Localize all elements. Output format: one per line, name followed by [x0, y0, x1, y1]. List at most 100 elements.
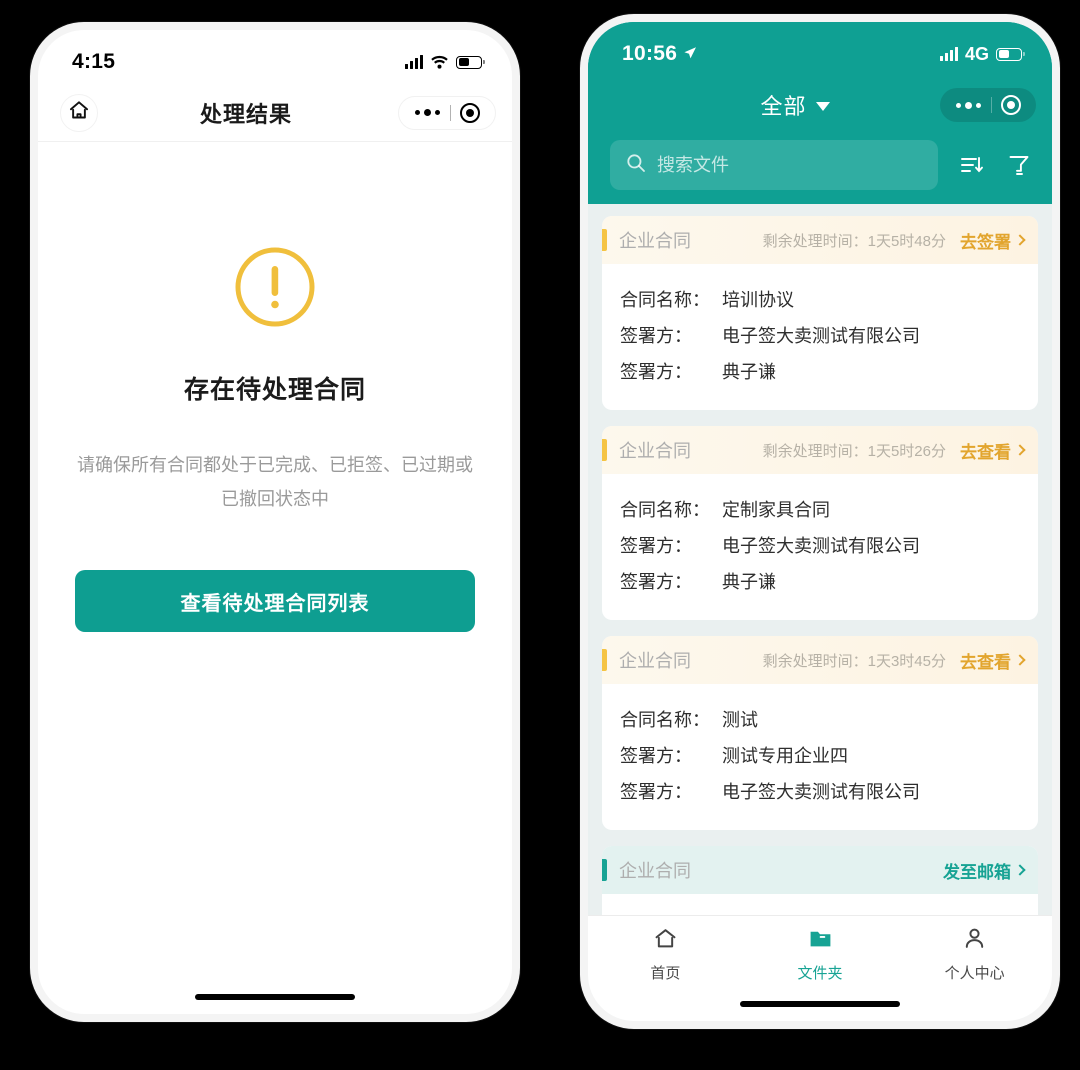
home-indicator-wrap-left: [38, 986, 512, 1014]
remaining-time-label: 剩余处理时间：1天5时48分: [762, 232, 946, 250]
tab-label: 首页: [650, 965, 681, 982]
contract-name-field: 合同名称： 培训协议: [620, 282, 1038, 318]
more-dots-icon[interactable]: [946, 101, 991, 109]
home-icon: [68, 99, 90, 126]
person-icon: [962, 926, 987, 956]
contract-card-body: 合同名称： 定制家具合同 签署方： 电子签大卖测试有限公司 签署方： 典子谦: [602, 474, 1038, 620]
navbar-right: 全部: [588, 76, 1052, 134]
phone-screen-right: 10:56 4G 全部 搜索文件 企业合同 剩余处理时间：1天5时48分 去签署…: [588, 22, 1052, 1021]
contract-name-field: 合同名称： 定制家具合同: [620, 492, 1038, 528]
target-circle-icon[interactable]: [460, 102, 480, 123]
signer-field: 签署方： 测试专用企业四: [620, 738, 1038, 774]
search-box[interactable]: [610, 140, 938, 190]
signer-value: 测试专用企业四: [722, 746, 848, 766]
more-dots-icon[interactable]: [405, 109, 450, 116]
teal-header: 10:56 4G 全部: [588, 22, 1052, 204]
contract-card-body: 合同名称： 测试 签署方： 测试专用企业四 签署方： 电子签大卖测试有限公司: [602, 684, 1038, 830]
status-bar-right: 10:56 4G: [588, 22, 1052, 76]
network-label: 4G: [964, 43, 989, 64]
signer-value: 典子谦: [722, 572, 776, 592]
target-circle-icon[interactable]: [1001, 95, 1021, 115]
contract-type-label: 企业合同: [619, 231, 691, 251]
status-bar-left: 4:15: [38, 30, 512, 84]
tab-label: 个人中心: [944, 965, 1005, 982]
capsule-divider: [450, 104, 451, 121]
contract-type-label: 企业合同: [619, 651, 691, 671]
card-action-label: 去签署: [960, 232, 1011, 252]
contract-name-value: 测试: [722, 710, 758, 730]
folder-filter-title[interactable]: 全部: [650, 89, 940, 121]
capsule-divider: [991, 97, 992, 113]
field-label: 签署方：: [620, 362, 692, 382]
result-title: 存在待处理合同: [183, 376, 366, 404]
warning-exclamation-icon: [234, 246, 316, 328]
tab-bar[interactable]: 首页 文件夹 个人中心: [588, 915, 1052, 993]
contract-name-field: 合同名称： 测试: [620, 702, 1038, 738]
home-indicator: [195, 994, 355, 1000]
signer-value: 典子谦: [722, 362, 776, 382]
chevron-right-icon: [1014, 443, 1026, 456]
battery-icon: [456, 55, 485, 69]
card-action-button[interactable]: 去签署: [960, 228, 1026, 253]
signer-value: 电子签大卖测试有限公司: [722, 536, 920, 556]
signer-field: 签署方： 电子签大卖测试有限公司: [620, 774, 1038, 810]
field-label: 签署方：: [620, 746, 692, 766]
signer-field: 签署方： 典子谦: [620, 564, 1038, 600]
phone-frame-right: 10:56 4G 全部 搜索文件 企业合同 剩余处理时间：1天5时48分 去签署…: [580, 14, 1060, 1029]
field-label: 合同名称：: [620, 290, 710, 310]
contract-card-header: 企业合同 剩余处理时间：1天5时48分 去签署: [602, 216, 1038, 264]
signer-value: 电子签大卖测试有限公司: [722, 782, 920, 802]
tab-home[interactable]: 首页: [588, 926, 743, 983]
miniprogram-capsule-right[interactable]: [940, 88, 1036, 122]
contract-name-value: 定制家具合同: [722, 500, 830, 520]
navbar-left: 处理结果: [38, 84, 512, 142]
signer-value: 电子签大卖测试有限公司: [722, 326, 920, 346]
contract-card-header: 企业合同 剩余处理时间：1天3时45分 去查看: [602, 636, 1038, 684]
card-accent-bar: [602, 439, 607, 461]
card-action-button[interactable]: 去查看: [960, 648, 1026, 673]
status-bar-indicators: [405, 55, 485, 69]
home-button[interactable]: [60, 93, 98, 132]
contract-list[interactable]: 企业合同 剩余处理时间：1天5时48分 去签署 合同名称： 培训协议 签署方： …: [588, 204, 1052, 915]
result-description: 请确保所有合同都处于已完成、已拒签、已过期或已撤回状态中: [77, 455, 473, 509]
home-icon: [653, 926, 678, 956]
sort-descending-icon[interactable]: [956, 150, 986, 180]
contract-card-body: 合同名称： 定制家具合同-bugfix 签署方： 电子签大卖测试有限公司 签署方…: [602, 894, 1038, 915]
remaining-time-label: 剩余处理时间：1天5时26分: [762, 442, 946, 460]
contract-card[interactable]: 企业合同 剩余处理时间：1天5时48分 去签署 合同名称： 培训协议 签署方： …: [602, 216, 1038, 410]
field-label: 合同名称：: [620, 500, 710, 520]
contract-name-value: 培训协议: [722, 290, 794, 310]
contract-card[interactable]: 企业合同 剩余处理时间：1天3时45分 去查看 合同名称： 测试 签署方： 测试…: [602, 636, 1038, 830]
status-bar-indicators-right: 4G: [939, 43, 1025, 65]
card-action-button[interactable]: 发至邮箱: [943, 858, 1026, 883]
status-bar-clock-right: 10:56: [622, 42, 697, 66]
field-label: 签署方：: [620, 782, 692, 802]
phone-frame-left: 4:15 处理结果 存在待处理合同 请确保所有合同都处于已完成、已拒签、已过期或…: [30, 22, 520, 1022]
wifi-icon: [430, 55, 449, 69]
contract-card-header: 企业合同 剩余处理时间：1天5时26分 去查看: [602, 426, 1038, 474]
battery-icon: [996, 47, 1025, 61]
miniprogram-capsule-left[interactable]: [398, 95, 496, 130]
card-accent-bar: [602, 229, 607, 251]
home-indicator: [740, 1001, 900, 1007]
contract-card[interactable]: 企业合同 剩余处理时间：1天5时26分 去查看 合同名称： 定制家具合同 签署方…: [602, 426, 1038, 620]
card-accent-bar: [602, 859, 607, 881]
screenshot-stage: 4:15 处理结果 存在待处理合同 请确保所有合同都处于已完成、已拒签、已过期或…: [0, 0, 1080, 1070]
search-input[interactable]: [657, 154, 922, 176]
filter-funnel-icon[interactable]: [1004, 150, 1034, 180]
card-action-label: 去查看: [960, 652, 1011, 672]
field-label: 签署方：: [620, 536, 692, 556]
contract-card[interactable]: 企业合同 发至邮箱 合同名称： 定制家具合同-bugfix: [602, 846, 1038, 915]
result-content: 存在待处理合同 请确保所有合同都处于已完成、已拒签、已过期或已撤回状态中 查看待…: [38, 142, 512, 986]
chevron-down-icon[interactable]: [815, 102, 830, 111]
field-label: 签署方：: [620, 326, 692, 346]
tab-profile[interactable]: 个人中心: [897, 926, 1052, 983]
location-arrow-icon: [683, 42, 697, 59]
folder-icon: [808, 926, 833, 956]
tab-folder[interactable]: 文件夹: [743, 926, 898, 983]
home-indicator-wrap-right: [588, 993, 1052, 1021]
card-action-button[interactable]: 去查看: [960, 438, 1026, 463]
view-pending-contracts-button[interactable]: 查看待处理合同列表: [75, 570, 475, 632]
chevron-right-icon: [1014, 653, 1026, 666]
signal-bars-icon: [939, 47, 958, 61]
